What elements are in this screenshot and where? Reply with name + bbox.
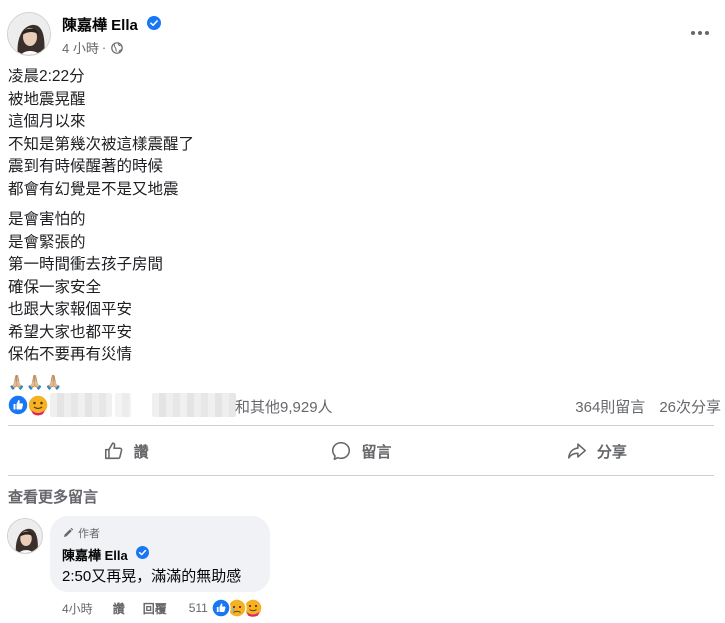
post-line: 是會害怕的: [8, 211, 86, 228]
post-text: 凌晨2:22分 被地震晃醒 這個月以來 不知是第幾次被這樣震醒了 震到有時候醒著…: [8, 66, 708, 393]
post-time[interactable]: 4 小時: [62, 38, 99, 57]
share-arrow-icon: [567, 443, 586, 459]
meta-separator: ·: [101, 40, 107, 55]
post-meta: 4 小時 ·: [62, 38, 123, 57]
post-line: 保佑不要再有災情: [8, 346, 133, 363]
redacted-names: [115, 393, 131, 417]
comment-reaction-icons[interactable]: [211, 598, 263, 618]
divider: [8, 475, 714, 476]
author-badge-label: 作者: [78, 528, 100, 540]
verified-badge-icon: [136, 546, 149, 559]
author-badge: 作者: [62, 525, 100, 541]
comment-reaction-count[interactable]: 511: [189, 601, 208, 615]
post-line: 也跟大家報個平安: [8, 301, 133, 318]
post-line: 這個月以來: [8, 113, 86, 130]
comment-bubble: 作者 陳嘉樺 Ella 2:50又再晃，滿滿的無助感: [50, 516, 270, 592]
verified-badge-icon: [147, 16, 161, 30]
more-dots-icon: [691, 31, 709, 35]
redacted-names: [152, 393, 236, 417]
comment-actions: 4小時 讚 回覆 511: [62, 598, 263, 618]
comment-time[interactable]: 4小時: [62, 600, 93, 617]
post-paragraph: 凌晨2:22分 被地震晃醒 這個月以來 不知是第幾次被這樣震醒了 震到有時候醒著…: [8, 66, 708, 201]
like-icon: [7, 394, 29, 416]
comment-text: 2:50又再晃，滿滿的無助感: [62, 568, 242, 585]
comment-label: 留言: [361, 443, 392, 461]
post-line: 震到有時候醒著的時候: [8, 158, 164, 175]
more-options-button[interactable]: [689, 22, 711, 44]
author-avatar[interactable]: [7, 12, 51, 56]
post-line: 凌晨2:22分: [8, 68, 85, 85]
post-line: 第一時間衝去孩子房間: [8, 256, 164, 273]
post-paragraph: 是會害怕的 是會緊張的 第一時間衝去孩子房間 確保一家安全 也跟大家報個平安 希…: [8, 209, 708, 367]
redacted-names: [50, 393, 112, 417]
like-button[interactable]: 讚: [8, 429, 243, 473]
engagement-counts: 364則留言 26次分享: [575, 396, 721, 417]
author-name[interactable]: 陳嘉樺 Ella: [62, 14, 138, 35]
action-bar: 讚 留言 分享: [8, 429, 714, 473]
post-header: 陳嘉樺 Ella 4 小時 ·: [0, 0, 725, 64]
globe-icon: [111, 41, 123, 54]
like-icon: [211, 598, 231, 618]
shares-count[interactable]: 26次分享: [659, 396, 721, 417]
like-label: 讚: [133, 443, 149, 461]
reactions-summary: 和其他9,929人 364則留言 26次分享: [7, 392, 721, 418]
reactions-count-text[interactable]: 和其他9,929人: [235, 396, 333, 417]
comment-like-button[interactable]: 讚: [113, 600, 125, 617]
prayer-emojis: 🙏🏼🙏🏼🙏🏼: [8, 373, 64, 390]
commenter-avatar[interactable]: [7, 518, 43, 554]
comment-button[interactable]: 留言: [243, 429, 478, 473]
reaction-icons[interactable]: [7, 394, 51, 416]
divider: [8, 425, 714, 426]
share-button[interactable]: 分享: [479, 429, 714, 473]
post-line: 是會緊張的: [8, 233, 86, 251]
view-more-comments-link[interactable]: 查看更多留言: [8, 486, 98, 507]
post-line: 都會有幻覺是不是又地震: [8, 180, 179, 198]
facebook-post: 陳嘉樺 Ella 4 小時 · 凌晨2:22分 被地震晃醒 這個月以來 不知是第…: [0, 0, 725, 623]
comment-bubble-icon: [332, 441, 351, 461]
thumbs-up-icon: [104, 442, 123, 460]
post-line: 確保一家安全: [8, 278, 102, 296]
comment-reply-button[interactable]: 回覆: [143, 600, 167, 617]
post-line: 不知是第幾次被這樣震醒了: [8, 135, 195, 153]
pen-icon: [64, 527, 74, 537]
share-label: 分享: [596, 443, 627, 461]
post-line: 被地震晃醒: [8, 90, 86, 108]
comments-count[interactable]: 364則留言: [575, 396, 645, 417]
post-line: 希望大家也都平安: [8, 323, 133, 341]
comment-author-name[interactable]: 陳嘉樺 Ella: [62, 545, 128, 564]
care-icon: [27, 394, 49, 416]
